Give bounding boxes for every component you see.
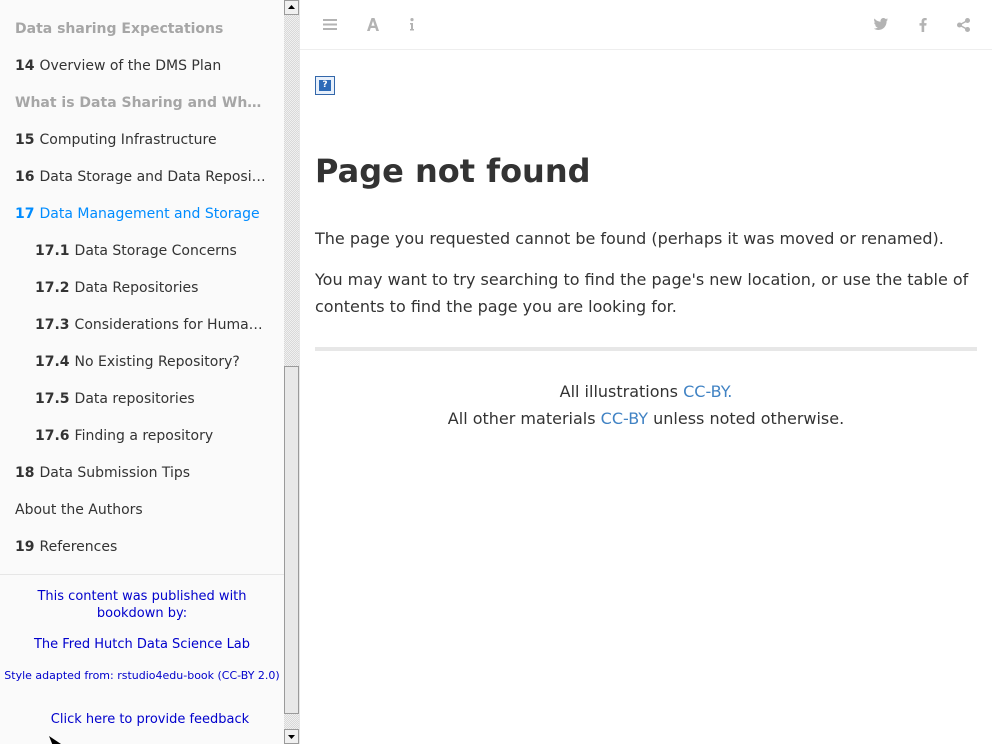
toc-item-number: 17.3 (35, 317, 70, 333)
toc-item-18[interactable]: 18 Data Submission Tips (15, 460, 267, 486)
toc-item-19[interactable]: 19 References (15, 534, 267, 560)
toc-item-17-active[interactable]: 17 Data Management and Storage (15, 201, 267, 227)
toggle-sidebar-button[interactable] (318, 13, 342, 37)
toc-divider (0, 574, 284, 575)
sidebar: Data sharing Expectations 14 Overview of … (0, 0, 284, 744)
license-text: unless noted otherwise. (648, 409, 845, 428)
toc-item-17-3[interactable]: 17.3Considerations for Human Data (35, 312, 267, 338)
toc-item-17-2[interactable]: 17.2 Data Repositories (35, 275, 267, 301)
menu-icon (323, 19, 337, 30)
toc-item-label: Data Submission Tips (39, 465, 191, 481)
toc-part-what-is-data-sharing[interactable]: What is Data Sharing and Why Share Data? (15, 90, 267, 116)
toc-item-16[interactable]: 16 Data Storage and Data Repositories (15, 164, 267, 190)
toc-item-about-authors[interactable]: About the Authors (15, 497, 267, 523)
toc-item-label: No Existing Repository? (74, 354, 240, 370)
style-credit-link[interactable]: Style adapted from: rstudio4edu-book (CC… (0, 668, 284, 683)
toc-item-number: 17 (15, 206, 35, 222)
lab-credit-link[interactable]: The Fred Hutch Data Science Lab (0, 636, 284, 653)
page-title: Page not found (315, 152, 591, 190)
share-button[interactable] (951, 13, 975, 37)
toc-item-15[interactable]: 15 Computing Infrastructure (15, 127, 267, 153)
toc-item-number: 17.5 (35, 391, 70, 407)
horizontal-rule (315, 347, 977, 351)
book-header (300, 0, 992, 50)
not-found-message: The page you requested cannot be found (… (315, 229, 944, 248)
mouse-cursor-icon (49, 736, 61, 744)
toc-item-number: 17.4 (35, 354, 70, 370)
toc-item-label: What is Data Sharing and Why Share Data? (15, 95, 267, 111)
toc-item-label: Considerations for Human Data (74, 317, 267, 333)
font-settings-button[interactable] (361, 13, 385, 37)
illustrations-cc-by-link[interactable]: CC-BY. (683, 382, 732, 401)
toc-item-17-1[interactable]: 17.1 Data Storage Concerns (35, 238, 267, 264)
toc-item-17-6[interactable]: 17.6 Finding a repository (35, 423, 267, 449)
scroll-up-button[interactable] (284, 0, 299, 15)
help-icon[interactable]: ? (315, 76, 335, 95)
toc-item-number: 18 (15, 465, 35, 481)
license-text: All other materials (447, 409, 601, 428)
toc-item-label: References (39, 539, 118, 555)
sidebar-splitter[interactable] (299, 0, 300, 744)
toc-item-label: Data Repositories (74, 280, 199, 296)
toc-item-number: 15 (15, 132, 35, 148)
toc-item-number: 17.6 (35, 428, 70, 444)
font-icon (367, 18, 379, 31)
materials-license: All other materials CC-BY unless noted o… (315, 405, 977, 432)
toc-item-number: 19 (15, 539, 35, 555)
published-credit: This content was published with bookdown… (37, 589, 247, 621)
feedback-link[interactable]: Click here to provide feedback (8, 711, 284, 728)
twitter-icon (874, 18, 888, 30)
toc-item-number: 17.1 (35, 243, 70, 259)
info-button[interactable] (400, 13, 424, 37)
toc-item-label: Finding a repository (74, 428, 214, 444)
toc-item-label: About the Authors (15, 502, 143, 518)
arrow-down-icon (288, 735, 295, 739)
toc-part-data-sharing-expectations[interactable]: Data sharing Expectations (15, 16, 267, 42)
toc-item-label: Overview of the DMS Plan (39, 58, 222, 74)
search-suggestion: You may want to try searching to find th… (315, 270, 969, 316)
facebook-share-button[interactable] (911, 13, 935, 37)
toc-item-label: Computing Infrastructure (39, 132, 217, 148)
share-icon (956, 18, 970, 32)
toc-item-14[interactable]: 14 Overview of the DMS Plan (15, 53, 267, 79)
toc-item-number: 14 (15, 58, 35, 74)
toc-item-label: Data sharing Expectations (15, 21, 224, 37)
toc-item-17-5[interactable]: 17.5 Data repositories (35, 386, 267, 412)
illustrations-license: All illustrations CC-BY. (315, 378, 977, 405)
toc-item-label: Data repositories (74, 391, 195, 407)
arrow-up-icon (288, 5, 295, 9)
scroll-down-button[interactable] (284, 729, 299, 744)
toc-item-17-4[interactable]: 17.4 No Existing Repository? (35, 349, 267, 375)
toc-item-number: 16 (15, 169, 35, 185)
toc-item-number: 17.2 (35, 280, 70, 296)
toc-item-label: Data Management and Storage (39, 206, 260, 222)
license-text: All illustrations (559, 382, 684, 401)
toc-item-label: Data Storage and Data Repositories (39, 169, 267, 185)
facebook-icon (919, 18, 927, 32)
scrollbar-thumb[interactable] (284, 366, 299, 714)
info-icon (410, 18, 414, 31)
twitter-share-button[interactable] (869, 13, 893, 37)
toc-item-label: Data Storage Concerns (74, 243, 237, 259)
materials-cc-by-link[interactable]: CC-BY (601, 409, 648, 428)
